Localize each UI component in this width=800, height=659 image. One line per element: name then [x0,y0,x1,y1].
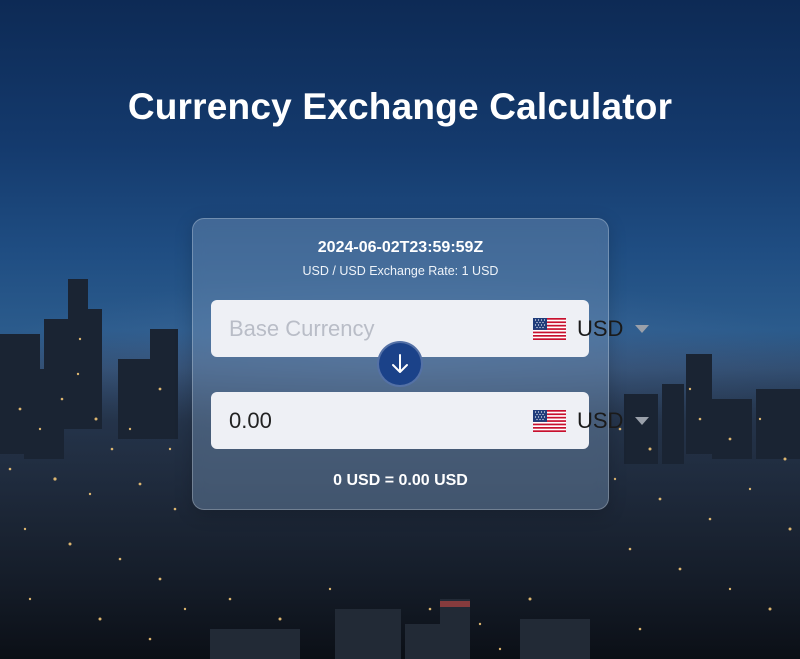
swap-button[interactable] [377,341,423,387]
base-amount-input[interactable] [211,300,517,357]
chevron-down-icon [635,416,650,425]
quote-currency-row: USD [211,392,650,449]
quote-currency-code: USD [577,407,624,433]
us-flag-icon [533,317,566,340]
rate-timestamp: 2024-06-02T23:59:59Z [317,239,484,256]
exchange-rate-text: USD / USD Exchange Rate: 1 USD [302,264,499,278]
us-flag-icon [533,409,566,432]
base-currency-code: USD [577,315,624,341]
conversion-result: 0 USD = 0.00 USD [333,472,468,489]
arrow-down-icon [392,354,408,373]
converter-card: 2024-06-02T23:59:59Z USD / USD Exchange … [192,218,650,510]
page-title: Currency Exchange Calculator [127,86,673,127]
quote-currency-select[interactable]: USD [517,392,650,449]
chevron-down-icon [635,324,650,333]
quote-amount-input[interactable] [211,392,517,449]
base-currency-select[interactable]: USD [517,300,650,357]
